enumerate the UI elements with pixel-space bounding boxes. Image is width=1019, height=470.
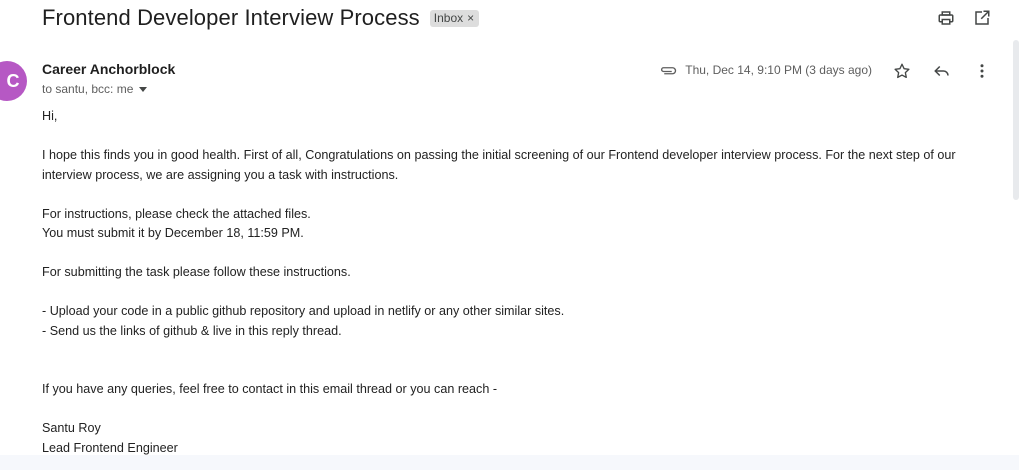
sender-name[interactable]: Career Anchorblock xyxy=(42,61,175,77)
scrollbar[interactable] xyxy=(1013,40,1019,200)
paperclip-icon xyxy=(659,64,677,76)
label-text: Inbox xyxy=(433,10,464,25)
subject-row: Frontend Developer Interview Process Inb… xyxy=(42,2,480,34)
sender-avatar[interactable]: C xyxy=(0,61,27,101)
avatar-initial: C xyxy=(6,70,20,91)
email-subject: Frontend Developer Interview Process xyxy=(42,5,420,30)
recipients-text: to santu, bcc: me xyxy=(42,82,134,96)
star-icon[interactable] xyxy=(891,60,913,82)
open-in-new-icon[interactable] xyxy=(972,8,992,28)
email-date: Thu, Dec 14, 9:10 PM (3 days ago) xyxy=(685,63,872,77)
show-details-chevron-down-icon[interactable] xyxy=(139,86,148,92)
remove-label-icon[interactable]: × xyxy=(467,10,474,27)
print-icon[interactable] xyxy=(936,8,956,28)
bottom-bar xyxy=(0,455,1019,470)
email-body: Hi, I hope this finds you in good health… xyxy=(42,107,997,458)
queries-line: If you have any queries, feel free to co… xyxy=(42,382,498,396)
signature-name: Santu Roy xyxy=(42,421,101,435)
submit-intro: For submitting the task please follow th… xyxy=(42,265,351,279)
bullet-item: - Upload your code in a public github re… xyxy=(42,304,565,318)
more-vert-icon[interactable] xyxy=(971,60,993,82)
reply-icon[interactable] xyxy=(931,60,953,82)
deadline-line: You must submit it by December 18, 11:59… xyxy=(42,226,304,240)
greeting: Hi, xyxy=(42,109,58,123)
body-paragraph: I hope this finds you in good health. Fi… xyxy=(42,148,956,182)
email-view: Frontend Developer Interview Process Inb… xyxy=(0,0,1019,470)
recipients: to santu, bcc: me xyxy=(42,82,148,96)
bullet-item: - Send us the links of github & live in … xyxy=(42,323,342,338)
email-meta: Thu, Dec 14, 9:10 PM (3 days ago) xyxy=(659,60,872,80)
inbox-label-chip[interactable]: Inbox × xyxy=(429,9,480,27)
instruction-line: For instructions, please check the attac… xyxy=(42,206,311,221)
